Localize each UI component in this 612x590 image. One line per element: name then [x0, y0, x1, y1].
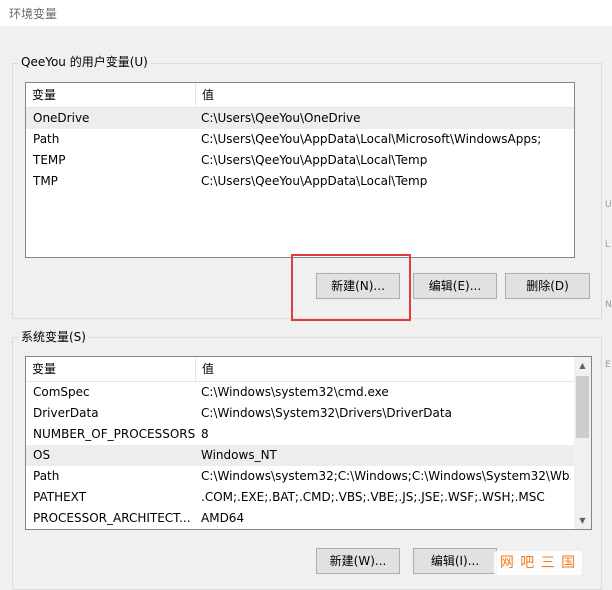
system-var-row[interactable]: Path C:\Windows\system32;C:\Windows;C:\W…: [26, 466, 574, 487]
system-vars-list[interactable]: 变量 值 ComSpec C:\Windows\system32\cmd.exe…: [25, 356, 592, 530]
user-vars-list[interactable]: 变量 值 OneDrive C:\Users\QeeYou\OneDrive P…: [25, 82, 575, 258]
system-new-button[interactable]: 新建(W)...: [316, 548, 400, 574]
var-name: Path: [33, 132, 60, 146]
var-name: OS: [33, 448, 51, 462]
system-edit-button[interactable]: 编辑(I)...: [413, 548, 497, 574]
scroll-down-arrow-icon[interactable]: ▼: [574, 512, 591, 529]
var-value: C:\Windows\system32;C:\Windows;C:\Window…: [201, 469, 571, 483]
var-name: Path: [33, 469, 60, 483]
system-vars-group-label: 系统变量(S): [18, 330, 89, 344]
user-edit-button[interactable]: 编辑(E)...: [413, 273, 497, 299]
user-vars-group-label: QeeYou 的用户变量(U): [18, 55, 151, 69]
user-var-row[interactable]: TEMP C:\Users\QeeYou\AppData\Local\Temp: [26, 150, 574, 171]
var-value: .COM;.EXE;.BAT;.CMD;.VBS;.VBE;.JS;.JSE;.…: [201, 490, 545, 504]
user-delete-button[interactable]: 删除(D): [505, 273, 590, 299]
system-var-row[interactable]: OS Windows_NT: [26, 445, 574, 466]
var-name: PATHEXT: [33, 490, 87, 504]
var-value: C:\Windows\System32\Drivers\DriverData: [201, 406, 452, 420]
system-vars-header: 变量 值: [26, 357, 574, 382]
scroll-up-arrow-icon[interactable]: ▲: [574, 357, 591, 374]
user-var-row[interactable]: Path C:\Users\QeeYou\AppData\Local\Micro…: [26, 129, 574, 150]
user-vars-header: 变量 值: [26, 83, 574, 108]
column-header-variable[interactable]: 变量: [26, 83, 195, 107]
column-header-value[interactable]: 值: [195, 357, 574, 381]
user-var-row[interactable]: TMP C:\Users\QeeYou\AppData\Local\Temp: [26, 171, 574, 192]
var-name: OneDrive: [33, 111, 90, 125]
title-bar: 环境变量: [0, 0, 612, 26]
var-value: Windows_NT: [201, 448, 277, 462]
var-name: DriverData: [33, 406, 99, 420]
watermark-logo: 网 吧 三 国: [494, 551, 582, 575]
highlight-box: [291, 254, 411, 321]
var-value: C:\Users\QeeYou\AppData\Local\Temp: [201, 153, 428, 167]
var-value: AMD64: [201, 511, 245, 525]
user-var-row[interactable]: OneDrive C:\Users\QeeYou\OneDrive: [26, 108, 574, 129]
window-title: 环境变量: [9, 7, 58, 21]
var-value: C:\Users\QeeYou\AppData\Local\Microsoft\…: [201, 132, 542, 146]
var-value: 8: [201, 427, 209, 441]
system-var-row[interactable]: PATHEXT .COM;.EXE;.BAT;.CMD;.VBS;.VBE;.J…: [26, 487, 574, 508]
var-name: TEMP: [33, 153, 66, 167]
right-edge-marks: U L N E: [604, 0, 612, 588]
column-header-value[interactable]: 值: [195, 83, 574, 107]
system-var-row[interactable]: ComSpec C:\Windows\system32\cmd.exe: [26, 382, 574, 403]
edge-mark: N: [605, 300, 612, 310]
var-name: ComSpec: [33, 385, 90, 399]
system-var-row[interactable]: DriverData C:\Windows\System32\Drivers\D…: [26, 403, 574, 424]
var-name: NUMBER_OF_PROCESSORS: [33, 427, 196, 441]
var-name: TMP: [33, 174, 58, 188]
edge-mark: L: [605, 240, 611, 250]
column-header-variable[interactable]: 变量: [26, 357, 195, 381]
var-value: C:\Users\QeeYou\OneDrive: [201, 111, 361, 125]
system-var-row[interactable]: NUMBER_OF_PROCESSORS 8: [26, 424, 574, 445]
vertical-scrollbar[interactable]: ▲ ▼: [574, 357, 591, 529]
var-value: C:\Users\QeeYou\AppData\Local\Temp: [201, 174, 428, 188]
var-name: PROCESSOR_ARCHITECT...: [33, 511, 191, 525]
edge-mark: E: [605, 360, 611, 370]
edge-mark: U: [605, 200, 612, 210]
system-var-row[interactable]: PROCESSOR_ARCHITECT... AMD64: [26, 508, 574, 529]
scroll-thumb[interactable]: [576, 376, 589, 438]
var-value: C:\Windows\system32\cmd.exe: [201, 385, 389, 399]
